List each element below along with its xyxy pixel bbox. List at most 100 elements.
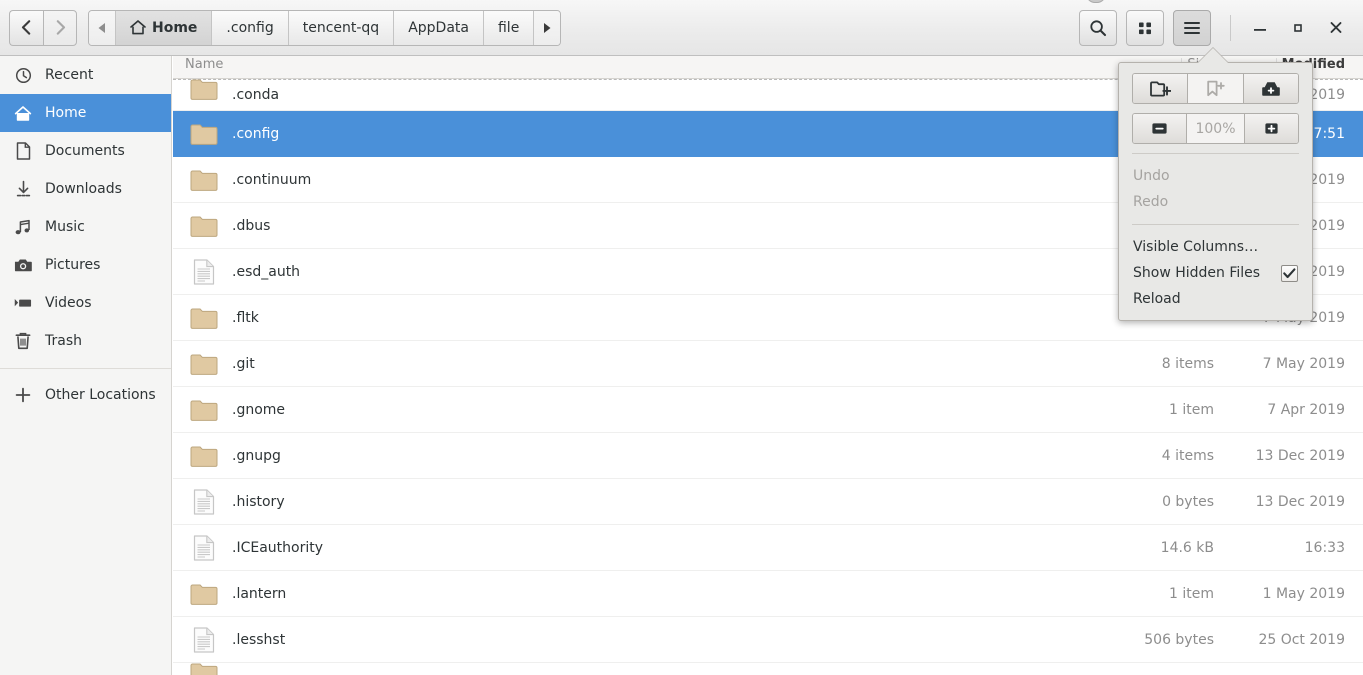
menu-item-visible-columns[interactable]: Visible Columns… [1119, 234, 1312, 260]
checkmark-icon [1283, 267, 1296, 278]
breadcrumb-item-tencent-qq[interactable]: tencent-qq [288, 10, 395, 45]
new-folder-button[interactable] [1133, 74, 1189, 103]
minimize-icon [1254, 28, 1266, 31]
sidebar-item-downloads[interactable]: Downloads [0, 170, 171, 208]
breadcrumb: Home .config tencent-qq AppData file [88, 9, 562, 46]
music-icon [14, 219, 32, 236]
home-icon [14, 105, 32, 122]
sidebar-item-label: Home [45, 105, 87, 121]
file-manager-window: Home .config tencent-qq AppData file Rec… [0, 0, 1363, 675]
add-bookmark-button[interactable] [1188, 74, 1244, 103]
folder-icon [189, 214, 219, 237]
file-name: .history [232, 493, 285, 510]
forward-button[interactable] [43, 9, 77, 46]
file-size: 14.6 kB [1160, 539, 1214, 556]
table-row[interactable]: .gnupg 4 items 13 Dec 2019 [173, 433, 1363, 479]
close-icon [1330, 21, 1342, 33]
plus-icon [14, 387, 32, 403]
view-toggle-button[interactable] [1126, 9, 1164, 46]
table-row[interactable]: .git 8 items 7 May 2019 [173, 341, 1363, 387]
file-modified: 7 Apr 2019 [1267, 401, 1345, 418]
table-row[interactable]: .lesshst 506 bytes 25 Oct 2019 [173, 617, 1363, 663]
table-row[interactable]: .ICEauthority 14.6 kB 16:33 [173, 525, 1363, 571]
table-row[interactable]: .gnome 1 item 7 Apr 2019 [173, 387, 1363, 433]
new-window-button[interactable] [1243, 74, 1298, 103]
main-menu-popup: 100% Undo Redo Visible Columns… Show Hid… [1118, 62, 1313, 321]
menu-item-reload[interactable]: Reload [1119, 286, 1312, 312]
menu-item-redo[interactable]: Redo [1119, 189, 1312, 215]
breadcrumb-scroll-right[interactable] [534, 10, 561, 45]
zoom-controls: 100% [1132, 113, 1299, 144]
sidebar-item-pictures[interactable]: Pictures [0, 246, 171, 284]
download-icon [14, 180, 32, 198]
video-icon [14, 296, 32, 310]
menu-item-undo[interactable]: Undo [1119, 163, 1312, 189]
sidebar-item-other-locations[interactable]: Other Locations [0, 376, 171, 414]
sidebar-item-trash[interactable]: Trash [0, 322, 171, 360]
breadcrumb-item-appdata[interactable]: AppData [394, 10, 484, 45]
back-arrow-icon [21, 20, 31, 35]
sidebar-item-label: Recent [45, 67, 94, 83]
hamburger-menu-icon [1184, 21, 1200, 34]
menu-item-label: Show Hidden Files [1133, 265, 1261, 281]
sidebar-item-label: Documents [45, 143, 125, 159]
header-bar: Home .config tencent-qq AppData file [0, 0, 1363, 56]
breadcrumb-scroll-left[interactable] [89, 10, 116, 45]
grid-view-icon [1139, 22, 1151, 34]
menu-item-label: Undo [1133, 168, 1170, 184]
table-row[interactable]: .lantern 1 item 1 May 2019 [173, 571, 1363, 617]
menu-item-show-hidden-files[interactable]: Show Hidden Files [1119, 260, 1312, 286]
file-modified: 13 Dec 2019 [1255, 447, 1345, 464]
breadcrumb-item-config[interactable]: .config [212, 10, 289, 45]
sidebar-item-videos[interactable]: Videos [0, 284, 171, 322]
sidebar-item-music[interactable]: Music [0, 208, 171, 246]
file-name: .ICEauthority [232, 539, 323, 556]
folder-icon [189, 444, 219, 467]
minimize-button[interactable] [1241, 9, 1279, 47]
file-name: .gnome [232, 401, 286, 418]
zoom-out-button[interactable] [1133, 114, 1187, 143]
sidebar-item-label: Videos [45, 295, 92, 311]
file-size: 0 bytes [1162, 493, 1214, 510]
file-modified: 1 May 2019 [1262, 585, 1345, 602]
forward-arrow-icon [56, 20, 65, 35]
file-name: .lesshst [232, 631, 286, 648]
folder-icon [189, 168, 219, 191]
file-size: 1 item [1169, 585, 1214, 602]
folder-icon [189, 352, 219, 375]
sidebar-item-home[interactable]: Home [0, 94, 171, 132]
file-name: .fltk [232, 309, 259, 326]
file-name: .gnupg [232, 447, 281, 464]
sidebar-item-recent[interactable]: Recent [0, 56, 171, 94]
column-header-name[interactable]: Name [173, 56, 223, 74]
file-size: 8 items [1161, 355, 1214, 372]
breadcrumb-item-home[interactable]: Home [116, 10, 213, 45]
file-modified: 25 Oct 2019 [1258, 631, 1345, 648]
table-row[interactable] [173, 663, 1363, 675]
main-menu-button[interactable] [1173, 9, 1211, 46]
sidebar-item-documents[interactable]: Documents [0, 132, 171, 170]
breadcrumb-label: tencent-qq [302, 19, 380, 36]
close-button[interactable] [1317, 9, 1355, 47]
breadcrumb-item-file[interactable]: file [483, 10, 535, 45]
zoom-in-icon [1265, 123, 1278, 134]
sidebar-divider [0, 368, 171, 369]
search-button[interactable] [1079, 9, 1117, 46]
file-icon [189, 488, 219, 515]
menu-item-label: Redo [1133, 194, 1169, 210]
search-icon [1090, 19, 1107, 36]
sidebar: Recent Home Documents Downloads Music Pi… [0, 56, 172, 675]
file-name: .conda [232, 87, 280, 103]
menu-divider [1132, 153, 1299, 154]
header-left-group: Home .config tencent-qq AppData file [0, 9, 562, 46]
show-hidden-files-checkbox[interactable] [1281, 264, 1298, 282]
file-icon [189, 534, 219, 561]
folder-icon [189, 398, 219, 421]
menu-item-label: Visible Columns… [1133, 239, 1259, 255]
zoom-in-button[interactable] [1245, 114, 1298, 143]
zoom-level-display: 100% [1186, 114, 1246, 143]
table-row[interactable]: .history 0 bytes 13 Dec 2019 [173, 479, 1363, 525]
maximize-button[interactable] [1279, 9, 1317, 47]
back-button[interactable] [9, 9, 43, 46]
maximize-icon [1294, 23, 1302, 32]
